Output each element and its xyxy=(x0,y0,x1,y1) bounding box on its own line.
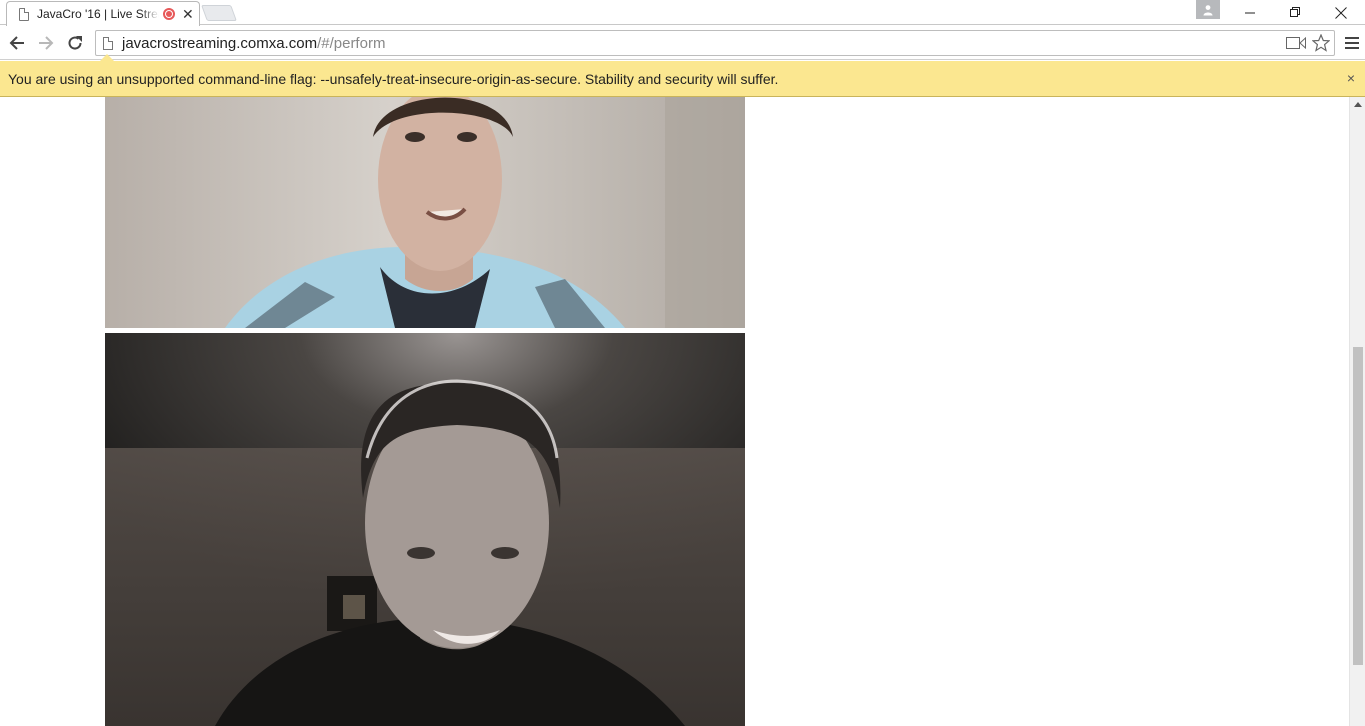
scroll-up-arrow-icon[interactable] xyxy=(1354,102,1362,107)
video-frame-male xyxy=(105,97,745,328)
reload-button[interactable] xyxy=(63,31,87,55)
tab-strip: JavaCro '16 | Live Streaming ✕ xyxy=(0,0,1365,26)
restore-button[interactable] xyxy=(1272,0,1318,25)
restore-icon xyxy=(1289,7,1300,17)
infobar-arrow xyxy=(100,54,114,61)
browser-toolbar: javacrostreaming.comxa.com/#/perform xyxy=(0,26,1365,60)
recording-icon xyxy=(163,8,175,20)
url-host: javacrostreaming.comxa.com xyxy=(122,34,318,52)
remote-video-stream xyxy=(105,97,745,328)
profile-avatar-button[interactable] xyxy=(1196,0,1220,19)
address-bar[interactable]: javacrostreaming.comxa.com/#/perform xyxy=(95,30,1335,56)
warning-infobar: You are using an unsupported command-lin… xyxy=(0,54,1365,97)
infobar-close-button[interactable]: × xyxy=(1347,70,1355,86)
camera-icon[interactable] xyxy=(1286,36,1306,50)
page-scrollbar[interactable] xyxy=(1349,97,1365,726)
page-info-icon[interactable] xyxy=(103,36,113,50)
reload-icon xyxy=(68,36,82,50)
video-frame-female xyxy=(105,333,745,726)
local-video-stream xyxy=(105,333,745,726)
forward-button[interactable] xyxy=(34,31,58,55)
infobar-message: You are using an unsupported command-lin… xyxy=(8,70,779,87)
tab-close-button[interactable]: ✕ xyxy=(182,7,194,21)
scrollbar-thumb[interactable] xyxy=(1353,347,1363,665)
url-path: /#/perform xyxy=(317,34,386,52)
bookmark-star-icon[interactable] xyxy=(1312,34,1330,52)
back-button[interactable] xyxy=(5,31,29,55)
window-close-button[interactable] xyxy=(1318,0,1364,25)
chrome-menu-button[interactable] xyxy=(1345,34,1359,52)
page-icon xyxy=(19,7,29,21)
person-icon xyxy=(1203,4,1213,15)
page-content xyxy=(0,97,1349,726)
new-tab-button[interactable] xyxy=(201,5,237,21)
minimize-button[interactable] xyxy=(1227,0,1273,25)
arrow-left-icon xyxy=(9,36,24,50)
menu-bar-line xyxy=(1345,37,1359,39)
menu-bar-line xyxy=(1345,47,1359,49)
minimize-icon xyxy=(1244,12,1255,14)
menu-bar-line xyxy=(1345,42,1359,44)
tab-javacro-live-streaming[interactable]: JavaCro '16 | Live Streaming ✕ xyxy=(6,1,200,26)
close-icon xyxy=(1335,6,1347,19)
tab-title: JavaCro '16 | Live Streaming xyxy=(37,7,159,21)
arrow-right-icon xyxy=(39,36,54,50)
